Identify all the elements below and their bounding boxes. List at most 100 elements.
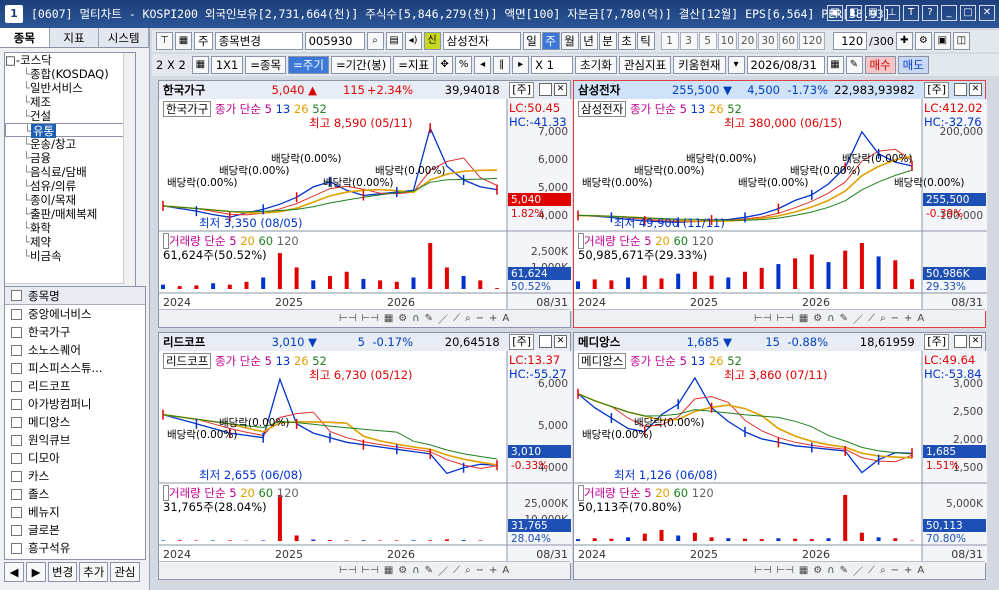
magnet-icon[interactable]: ∩ [827,313,834,324]
type-select[interactable]: 주 [194,32,213,50]
settings-tool-icon[interactable]: ⚙ [398,565,407,576]
new-badge[interactable]: 신 [423,32,441,50]
line-icon[interactable]: ／ [853,563,863,578]
stock-list-item[interactable]: 디모아 [5,449,145,467]
stock-checkbox[interactable] [11,416,22,428]
trend-icon[interactable]: ⟋ [868,313,875,324]
pause-icon[interactable]: ‖ [493,56,511,74]
chart-period-tag[interactable]: [주] [924,334,949,350]
tree-item[interactable]: └음식료/담배 [5,165,135,179]
chart-period-tag[interactable]: [주] [509,82,534,98]
speaker-icon[interactable]: ◂) [404,32,422,50]
period-button[interactable]: 주 [541,32,560,50]
tree-item[interactable]: └비금속 [5,249,135,263]
left-tab-0[interactable]: 종목 [0,28,50,47]
zoom-slider-icon[interactable]: ⊢⊣ [754,565,771,576]
font-icon[interactable]: A [502,565,509,576]
date-input[interactable]: 2026/08/31 [746,56,825,74]
zoom-icon[interactable]: ⌕ [880,313,886,324]
ratio-select[interactable]: X 1 [531,56,574,74]
minus-icon[interactable]: − [891,313,899,324]
reset-button[interactable]: 초기화 [575,56,617,74]
sector-tree[interactable]: □-코스닥 └종합(KOSDAQ) └일반서비스 └제조 └건설 └ 유통 └운송/창고 └금… [4,52,136,294]
stock-list-item[interactable]: 흥구석유 [5,539,145,557]
favorite-indicator-button[interactable]: 관심지표 [618,56,672,74]
stock-checkbox[interactable] [11,362,22,374]
stock-checkbox[interactable] [11,524,22,536]
save-icon[interactable]: ▣ [933,32,951,50]
add-button[interactable]: 추가 [79,562,109,582]
line-icon[interactable]: ／ [438,311,448,326]
close-icon[interactable]: ✕ [969,83,982,96]
search-icon[interactable]: ⌕ [366,32,384,50]
tree-item[interactable]: └종합(KOSDAQ) [5,67,135,81]
zoom-slider-icon[interactable]: ⊢⊣ [754,313,771,324]
stock-checkbox[interactable] [11,542,22,554]
settings-tool-icon[interactable]: ⚙ [398,313,407,324]
trend-icon[interactable]: ⟋ [453,313,460,324]
trend-icon[interactable]: ⟋ [453,565,460,576]
tree-item[interactable]: └화학 [5,221,135,235]
zoom-icon[interactable]: ⌕ [465,565,471,576]
stock-checkbox[interactable] [11,344,22,356]
stock-checkbox[interactable] [11,326,22,338]
stock-checkbox[interactable] [11,398,22,410]
tool-settings-icon[interactable]: ⚙ [914,32,932,50]
grid-tool-icon[interactable]: ▦ [384,565,393,576]
pan-slider-icon[interactable]: ⊢⊣ [776,565,793,576]
tree-item[interactable]: └섬유/의류 [5,179,135,193]
stock-list-item[interactable]: 아가방컴퍼니 [5,395,145,413]
tree-root[interactable]: □-코스닥 [5,53,135,67]
plus-icon[interactable]: + [489,313,497,324]
chart-period-tag[interactable]: [주] [509,334,534,350]
zoom-slider-icon[interactable]: ⊢⊣ [339,565,356,576]
eraser-icon[interactable]: ✎ [845,56,863,74]
stock-checkbox[interactable] [11,308,22,320]
magnet-icon[interactable]: ∩ [827,565,834,576]
settings-tool-icon[interactable]: ⚙ [813,565,822,576]
tree-vertical-scrollbar[interactable] [123,53,135,293]
tree-item[interactable]: └ 유통 [5,123,135,138]
trend-icon[interactable]: ⟋ [868,565,875,576]
kiwoom-current-button[interactable]: 키움현재 [673,56,726,74]
tree-item[interactable]: └운송/창고 [5,137,135,151]
maximize-icon[interactable]: □ [960,5,976,21]
mode-button[interactable]: =기간(봉) [330,56,392,74]
restore-icon[interactable] [954,335,967,348]
stock-list-item[interactable]: 글로본 [5,521,145,539]
next-button[interactable]: ▶ [26,562,46,582]
zoom-slider-icon[interactable]: ⊢⊣ [339,313,356,324]
stock-checkbox[interactable] [11,380,22,392]
left-tab-2[interactable]: 시스템 [99,28,150,47]
grid-tool-icon[interactable]: ▦ [384,313,393,324]
percent-icon[interactable]: % [455,56,473,74]
period-button[interactable]: 초 [617,32,636,50]
minimize-icon[interactable]: _ [941,5,957,21]
chart-period-tag[interactable]: [주] [924,82,949,98]
stock-list-item[interactable]: 메디앙스 [5,413,145,431]
stock-list-item[interactable]: 리드코프 [5,377,145,395]
count-preset-button[interactable]: 5 [698,32,717,50]
count-preset-button[interactable]: 10 [717,32,737,50]
dropdown-icon[interactable]: ▾ [727,56,745,74]
change-select[interactable]: 종목변경 [214,32,303,50]
chart-panel[interactable]: 삼성전자 255,500 ▼ 4,500 -1.73% 22,983,939 82 [주]… [573,80,987,328]
pan-slider-icon[interactable]: ⊢⊣ [361,565,378,576]
line-icon[interactable]: ／ [853,311,863,326]
stock-list-item[interactable]: 카스 [5,467,145,485]
chart-panel[interactable]: 메디앙스 1,685 ▼ 15 -0.88% 18,619 59 [주] ✕ 3,000 2,5… [573,332,987,580]
stock-checkbox[interactable] [11,434,22,446]
settings-tool-icon[interactable]: ⚙ [813,313,822,324]
stock-list-item[interactable]: 한국가구 [5,323,145,341]
grid-tool-icon[interactable]: ▦ [799,313,808,324]
count-preset-button[interactable]: 60 [778,32,799,50]
more-icon[interactable]: ◫ [952,32,970,50]
grid-icon[interactable]: ▦ [191,56,209,74]
next-icon[interactable]: ▸ [512,56,530,74]
calendar-icon[interactable]: ▦ [826,56,844,74]
mode-button[interactable]: =주기 [288,56,329,74]
pen-icon[interactable]: ✎ [840,313,848,324]
one-by-one-button[interactable]: 1X1 [210,56,244,74]
zoom-icon[interactable]: ⌕ [465,313,471,324]
pin-icon[interactable]: ⊤ [156,32,173,50]
